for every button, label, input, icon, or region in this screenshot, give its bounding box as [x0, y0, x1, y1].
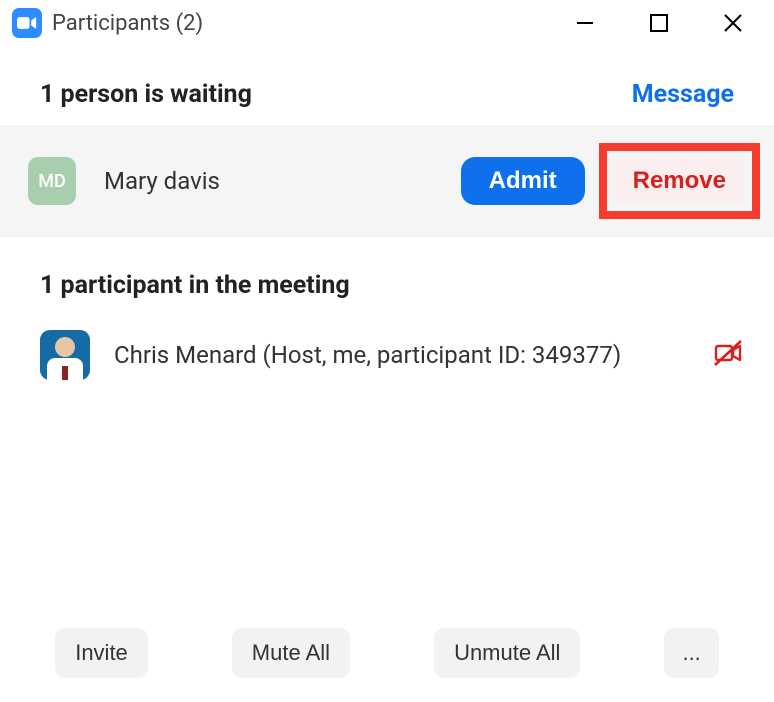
meeting-section-title: 1 participant in the meeting [0, 237, 774, 316]
maximize-button[interactable] [644, 8, 674, 38]
avatar-initials: MD [28, 157, 76, 205]
waiting-room-header: 1 person is waiting Message [0, 46, 774, 125]
close-button[interactable] [718, 8, 748, 38]
remove-button[interactable]: Remove [615, 159, 744, 203]
participant-name: Chris Menard (Host, me, participant ID: … [114, 341, 712, 369]
zoom-app-icon [12, 8, 42, 38]
invite-button[interactable]: Invite [55, 628, 148, 678]
admit-button[interactable]: Admit [461, 157, 585, 205]
unmute-all-button[interactable]: Unmute All [434, 628, 580, 678]
window-controls [570, 8, 748, 38]
minimize-button[interactable] [570, 8, 600, 38]
waiting-room-title: 1 person is waiting [40, 80, 252, 109]
spacer [0, 394, 774, 610]
participant-row: Chris Menard (Host, me, participant ID: … [0, 316, 774, 394]
more-button[interactable]: ... [664, 628, 718, 678]
window-title: Participants (2) [52, 11, 570, 36]
mute-all-button[interactable]: Mute All [232, 628, 350, 678]
message-link[interactable]: Message [632, 80, 734, 109]
avatar-photo [40, 330, 90, 380]
titlebar: Participants (2) [0, 0, 774, 46]
waiting-participant-name: Mary davis [104, 167, 461, 195]
remove-highlight-box: Remove [599, 143, 760, 219]
content-area: 1 person is waiting Message MD Mary davi… [0, 46, 774, 702]
footer-bar: Invite Mute All Unmute All ... [0, 610, 774, 702]
camera-off-icon [712, 337, 744, 373]
waiting-participant-row: MD Mary davis Admit Remove [0, 125, 774, 237]
